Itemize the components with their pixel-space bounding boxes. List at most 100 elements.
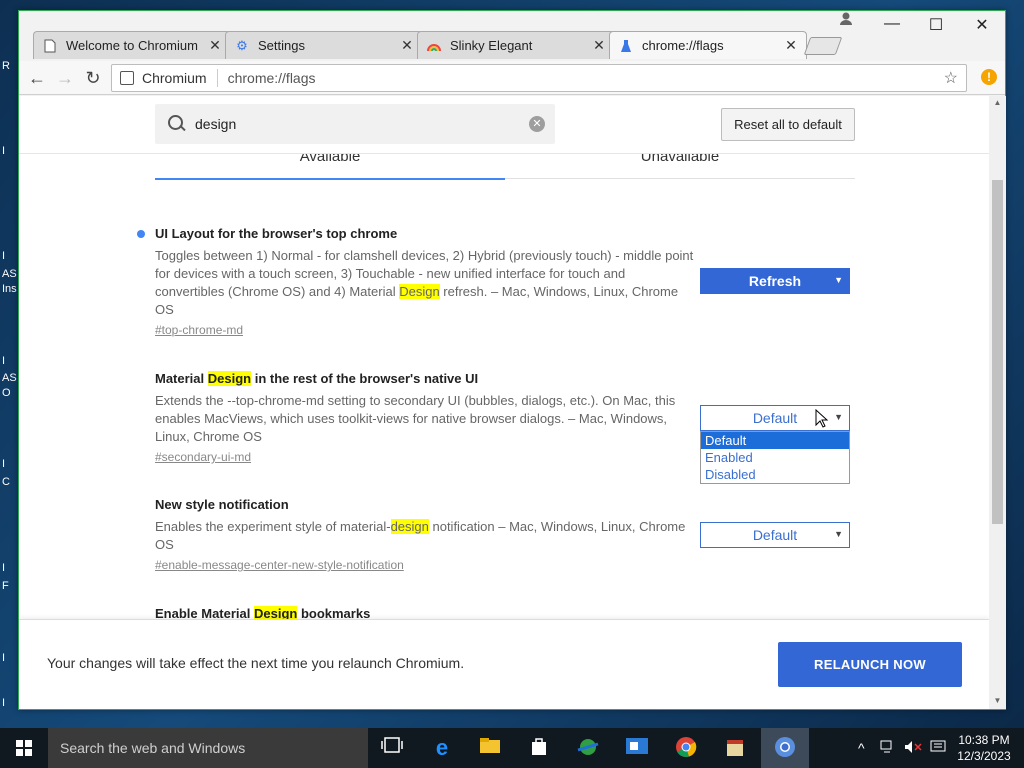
outlook-icon[interactable]: [625, 736, 649, 760]
desktop-icon-label[interactable]: I: [2, 355, 5, 367]
action-center-icon[interactable]: [930, 740, 946, 757]
clock-time: 10:38 PM: [958, 733, 1010, 747]
edge-icon[interactable]: e: [430, 736, 454, 760]
page-scrollbar[interactable]: ▲ ▼: [989, 96, 1006, 709]
desktop-icon-label[interactable]: AS: [2, 268, 17, 280]
chevron-down-icon: ▼: [834, 412, 843, 422]
desktop-icon-label[interactable]: I: [2, 562, 5, 574]
close-icon[interactable]: ✕: [400, 37, 414, 54]
tab-settings[interactable]: ⚙ Settings ✕: [225, 31, 423, 59]
flag-select-top-chrome-md[interactable]: Refresh ▼: [700, 268, 850, 294]
flag-anchor-link[interactable]: #enable-message-center-new-style-notific…: [155, 558, 404, 572]
close-icon[interactable]: ✕: [784, 37, 798, 54]
tabs-divider: [505, 178, 855, 179]
desktop-icon-label[interactable]: O: [2, 387, 11, 399]
relaunch-bar: Your changes will take effect the next t…: [19, 619, 989, 709]
close-icon[interactable]: ✕: [208, 37, 222, 54]
address-bar[interactable]: Chromium chrome://flags ☆: [111, 64, 967, 92]
desktop-icon-label[interactable]: Ins: [2, 283, 17, 295]
chromium-icon[interactable]: [773, 736, 797, 760]
flag-top-chrome-md: UI Layout for the browser's top chrome T…: [155, 226, 695, 339]
scrollbar-thumb[interactable]: [992, 180, 1003, 524]
flags-header: design ✕ Reset all to default: [19, 96, 989, 154]
volume-muted-icon[interactable]: [904, 740, 922, 757]
scroll-down-icon[interactable]: ▼: [989, 696, 1006, 705]
browser-toolbar: ← → ↻ Chromium chrome://flags ☆ !: [19, 61, 1005, 95]
tab-chrome-flags[interactable]: chrome://flags ✕: [609, 31, 807, 59]
flag-select-new-style-notification[interactable]: Default ▼: [700, 522, 850, 548]
user-icon[interactable]: [829, 11, 863, 29]
flag-anchor-link[interactable]: #top-chrome-md: [155, 323, 243, 337]
scroll-up-icon[interactable]: ▲: [989, 98, 1006, 107]
flag-description: Extends the --top-chrome-md setting to s…: [155, 393, 676, 444]
desktop-icon-label[interactable]: I: [2, 697, 5, 709]
system-clock[interactable]: 10:38 PM 12/3/2023: [952, 732, 1016, 764]
tab-welcome[interactable]: Welcome to Chromium ✕: [33, 31, 231, 59]
desktop-icon-label[interactable]: I: [2, 250, 5, 262]
desktop-icon-label[interactable]: I: [2, 145, 5, 157]
flag-description: Toggles between 1) Normal - for clamshel…: [155, 248, 694, 317]
clear-search-icon[interactable]: ✕: [529, 116, 545, 132]
url-origin: Chromium: [142, 70, 207, 86]
reset-all-button[interactable]: Reset all to default: [721, 108, 855, 141]
chevron-down-icon: ▼: [834, 529, 843, 539]
windows-logo-icon: [16, 740, 32, 756]
browser-window: Welcome to Chromium ✕ ⚙ Settings ✕ Slink…: [18, 10, 1006, 710]
close-window-icon[interactable]: ✕: [965, 15, 999, 35]
mouse-cursor-icon: [815, 409, 829, 428]
chrome-icon[interactable]: [674, 736, 698, 760]
start-button[interactable]: [0, 728, 48, 768]
network-icon[interactable]: [880, 740, 896, 757]
page-info-icon[interactable]: [120, 71, 134, 85]
select-dropdown-list: Default Enabled Disabled: [700, 431, 850, 484]
forward-icon[interactable]: →: [53, 67, 77, 89]
search-input[interactable]: design ✕: [155, 104, 555, 144]
dropdown-option-disabled[interactable]: Disabled: [701, 466, 849, 483]
store-icon[interactable]: [527, 736, 551, 760]
minimize-icon[interactable]: —: [875, 15, 909, 33]
gear-icon: ⚙: [236, 37, 248, 53]
tab-strip: Welcome to Chromium ✕ ⚙ Settings ✕ Slink…: [19, 11, 1005, 63]
chevron-down-icon: ▼: [834, 275, 843, 285]
omnibox-divider: [216, 69, 218, 87]
search-value[interactable]: design: [195, 116, 236, 132]
chevron-up-icon[interactable]: ^: [858, 740, 865, 756]
rainbow-icon: [426, 38, 442, 54]
clock-date: 12/3/2023: [957, 749, 1011, 763]
tab-label: Welcome to Chromium: [66, 38, 198, 53]
desktop-icon-label[interactable]: F: [2, 580, 9, 592]
archive-app-icon[interactable]: [723, 736, 747, 760]
maximize-icon[interactable]: ☐: [919, 15, 953, 35]
flags-page: Available Unavailable design ✕ Reset all…: [19, 96, 989, 709]
flask-icon: [618, 38, 634, 54]
bookmark-star-icon[interactable]: ☆: [944, 68, 958, 88]
back-icon[interactable]: ←: [25, 67, 49, 89]
desktop-icon-label[interactable]: I: [2, 458, 5, 470]
dropdown-option-default[interactable]: Default: [701, 432, 849, 449]
tab-slinky-elegant[interactable]: Slinky Elegant ✕: [417, 31, 615, 59]
flag-secondary-ui-md: Material Design in the rest of the brows…: [155, 371, 695, 466]
update-alert-icon[interactable]: !: [981, 69, 997, 85]
select-value: Default: [752, 410, 798, 426]
select-value: Default: [752, 527, 798, 543]
taskbar-search-box[interactable]: Search the web and Windows: [48, 728, 368, 768]
file-explorer-icon[interactable]: [478, 736, 502, 760]
desktop-icon-label[interactable]: C: [2, 476, 10, 488]
close-icon[interactable]: ✕: [592, 37, 606, 54]
relaunch-now-button[interactable]: RELAUNCH NOW: [778, 642, 962, 687]
desktop-icon-label[interactable]: R: [2, 60, 10, 72]
flag-title: UI Layout for the browser's top chrome: [155, 226, 398, 241]
desktop-icon-label[interactable]: AS: [2, 372, 17, 384]
desktop-icon-label[interactable]: I: [2, 652, 5, 664]
network-globe-icon[interactable]: [576, 736, 600, 760]
search-icon: [167, 114, 187, 134]
reload-icon[interactable]: ↻: [81, 67, 105, 89]
new-tab-button[interactable]: [803, 37, 843, 55]
flag-title: Material Design in the rest of the brows…: [155, 371, 479, 386]
select-value: Refresh: [748, 273, 802, 289]
flag-anchor-link[interactable]: #secondary-ui-md: [155, 450, 251, 464]
dropdown-option-enabled[interactable]: Enabled: [701, 449, 849, 466]
url-text[interactable]: chrome://flags: [228, 70, 316, 86]
flag-title: New style notification: [155, 497, 289, 512]
task-view-icon[interactable]: [380, 736, 404, 760]
